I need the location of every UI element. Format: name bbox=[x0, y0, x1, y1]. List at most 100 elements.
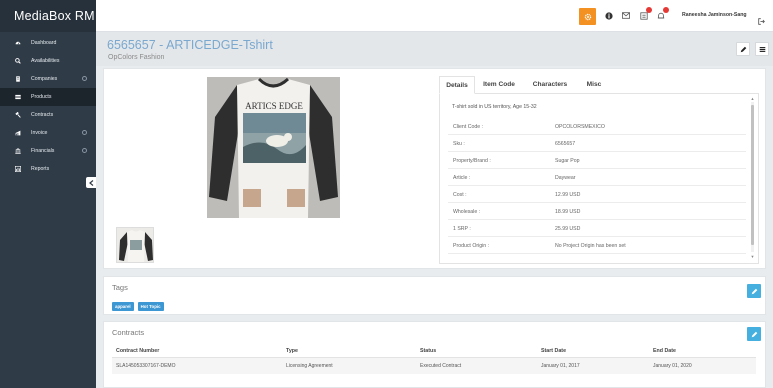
pencil-icon bbox=[751, 288, 757, 294]
table-header: Contract Number Type Status Start Date E… bbox=[112, 344, 756, 358]
details-scrollbar[interactable]: ▲ ▼ bbox=[750, 97, 755, 259]
column-header[interactable]: End Date bbox=[653, 348, 676, 354]
edit-contracts-button[interactable] bbox=[747, 327, 761, 341]
user-name[interactable]: Raneesha Jaminson-Sang bbox=[682, 12, 747, 18]
detail-row-srp: 1 SRP : 25.99 USD bbox=[448, 220, 746, 237]
table-cell: Executed Contract bbox=[420, 363, 462, 369]
table-cell: January 01, 2017 bbox=[541, 363, 580, 369]
details-list: Client Code : OPCOLORSMEXICO Sku : 65656… bbox=[448, 118, 746, 254]
column-header[interactable]: Status bbox=[420, 348, 436, 354]
building-icon bbox=[13, 76, 23, 82]
column-header[interactable]: Contract Number bbox=[116, 348, 159, 354]
sidebar-item-companies[interactable]: Companies bbox=[0, 70, 96, 88]
menu-icon bbox=[759, 46, 765, 52]
sidebar-item-label: Products bbox=[31, 94, 52, 100]
product-image: ARTICS EDGE bbox=[207, 77, 340, 218]
product-print-text: ARTICS EDGE bbox=[245, 101, 303, 111]
tag-hot-topic[interactable]: Hot Topic bbox=[137, 302, 164, 311]
sidebar-item-label: Financials bbox=[31, 148, 55, 154]
detail-row-property-brand: Property/Brand : Sugar Pop bbox=[448, 152, 746, 169]
info-button[interactable] bbox=[604, 11, 613, 20]
detail-value: 25.99 USD bbox=[555, 226, 581, 232]
tasks-icon bbox=[639, 11, 648, 20]
detail-label: 1 SRP : bbox=[453, 226, 471, 232]
edit-product-button[interactable] bbox=[736, 42, 750, 56]
alerts-button[interactable] bbox=[656, 7, 669, 20]
detail-row-article: Article : Daywear bbox=[448, 169, 746, 186]
chart-icon bbox=[13, 166, 23, 172]
edit-tags-button[interactable] bbox=[747, 284, 761, 298]
contracts-panel: Contracts Contract Number Type Status St… bbox=[103, 321, 766, 388]
detail-value: 12.99 USD bbox=[555, 192, 581, 198]
sidebar-nav: Dashboard Availabilities Companies Produ… bbox=[0, 32, 96, 178]
detail-label: Property/Brand : bbox=[453, 158, 491, 164]
detail-row-product-origin: Product Origin : No Project Origin has b… bbox=[448, 237, 746, 254]
contracts-table: Contract Number Type Status Start Date E… bbox=[112, 344, 756, 374]
scroll-up-icon[interactable]: ▲ bbox=[750, 97, 755, 101]
sidebar: MediaBox RM Dashboard Availabilities Com… bbox=[0, 0, 96, 388]
tag-apparel[interactable]: apparel bbox=[112, 302, 134, 311]
gear-icon bbox=[584, 13, 591, 20]
table-cell: January 01, 2020 bbox=[653, 363, 692, 369]
table-cell: Licensing Agreement bbox=[286, 363, 333, 369]
sidebar-collapse-button[interactable] bbox=[86, 177, 96, 188]
list-icon bbox=[13, 94, 23, 100]
notification-badge bbox=[646, 7, 652, 13]
sidebar-item-invoice[interactable]: Invoice bbox=[0, 124, 96, 142]
menu-button[interactable] bbox=[755, 42, 769, 56]
gavel-icon bbox=[13, 112, 23, 118]
info-icon bbox=[604, 11, 613, 20]
tab-details[interactable]: Details bbox=[439, 76, 475, 94]
sidebar-item-label: Dashboard bbox=[31, 40, 57, 46]
product-description: T-shirt sold in US territory, Age 15-32 bbox=[452, 104, 537, 110]
sidebar-item-reports[interactable]: Reports bbox=[0, 160, 96, 178]
page-subtitle: OpColors Fashion bbox=[108, 54, 165, 61]
scroll-down-icon[interactable]: ▼ bbox=[750, 255, 755, 259]
settings-button[interactable] bbox=[579, 8, 596, 25]
sidebar-item-label: Companies bbox=[31, 76, 58, 82]
column-header[interactable]: Type bbox=[286, 348, 298, 354]
sidebar-item-dashboard[interactable]: Dashboard bbox=[0, 34, 96, 52]
chevron-icon bbox=[82, 148, 87, 153]
sign-out-icon bbox=[758, 18, 765, 25]
detail-label: Wholesale : bbox=[453, 209, 481, 215]
details-pane: T-shirt sold in US territory, Age 15-32 … bbox=[439, 94, 759, 264]
detail-label: Client Code : bbox=[453, 124, 483, 130]
detail-label: Article : bbox=[453, 175, 471, 181]
pencil-icon bbox=[751, 331, 757, 337]
tags-title: Tags bbox=[112, 283, 128, 292]
detail-label: Sku : bbox=[453, 141, 465, 147]
tab-item-code[interactable]: Item Code bbox=[475, 76, 523, 94]
table-row[interactable]: SLA145053307167-DEMO Licensing Agreement… bbox=[112, 358, 756, 374]
tab-characters[interactable]: Characters bbox=[523, 76, 577, 94]
sidebar-item-label: Availabilities bbox=[31, 58, 60, 64]
column-header[interactable]: Start Date bbox=[541, 348, 566, 354]
product-thumbnail[interactable] bbox=[116, 227, 154, 263]
detail-value: 18.99 USD bbox=[555, 209, 581, 215]
logout-button[interactable] bbox=[758, 12, 765, 25]
detail-value: OPCOLORSMEXICO bbox=[555, 124, 605, 130]
chevron-icon bbox=[82, 130, 87, 135]
app-brand[interactable]: MediaBox RM bbox=[0, 0, 96, 32]
topbar: Raneesha Jaminson-Sang bbox=[96, 0, 773, 32]
sidebar-item-financials[interactable]: Financials bbox=[0, 142, 96, 160]
scrollbar-thumb[interactable] bbox=[751, 105, 754, 245]
sidebar-item-products[interactable]: Products bbox=[0, 88, 96, 106]
messages-button[interactable] bbox=[621, 11, 630, 20]
sidebar-item-availabilities[interactable]: Availabilities bbox=[0, 52, 96, 70]
search-icon bbox=[13, 58, 23, 64]
tab-misc[interactable]: Misc bbox=[577, 76, 611, 94]
product-tabs: Details Item Code Characters Misc bbox=[439, 76, 759, 94]
detail-label: Product Origin : bbox=[453, 243, 490, 249]
sidebar-item-label: Contracts bbox=[31, 112, 54, 118]
tags-panel: Tags apparel Hot Topic bbox=[103, 276, 766, 315]
envelope-icon bbox=[621, 12, 630, 19]
sidebar-item-contracts[interactable]: Contracts bbox=[0, 106, 96, 124]
detail-row-wholesale: Wholesale : 18.99 USD bbox=[448, 203, 746, 220]
sidebar-item-label: Invoice bbox=[31, 130, 48, 136]
detail-row-client-code: Client Code : OPCOLORSMEXICO bbox=[448, 118, 746, 135]
tasks-button[interactable] bbox=[639, 7, 652, 20]
product-panel: ARTICS EDGE Details Item Code Characters… bbox=[103, 68, 766, 269]
page-title: 6565657 - ARTICEDGE-Tshirt bbox=[107, 38, 273, 52]
notification-badge bbox=[663, 7, 669, 13]
